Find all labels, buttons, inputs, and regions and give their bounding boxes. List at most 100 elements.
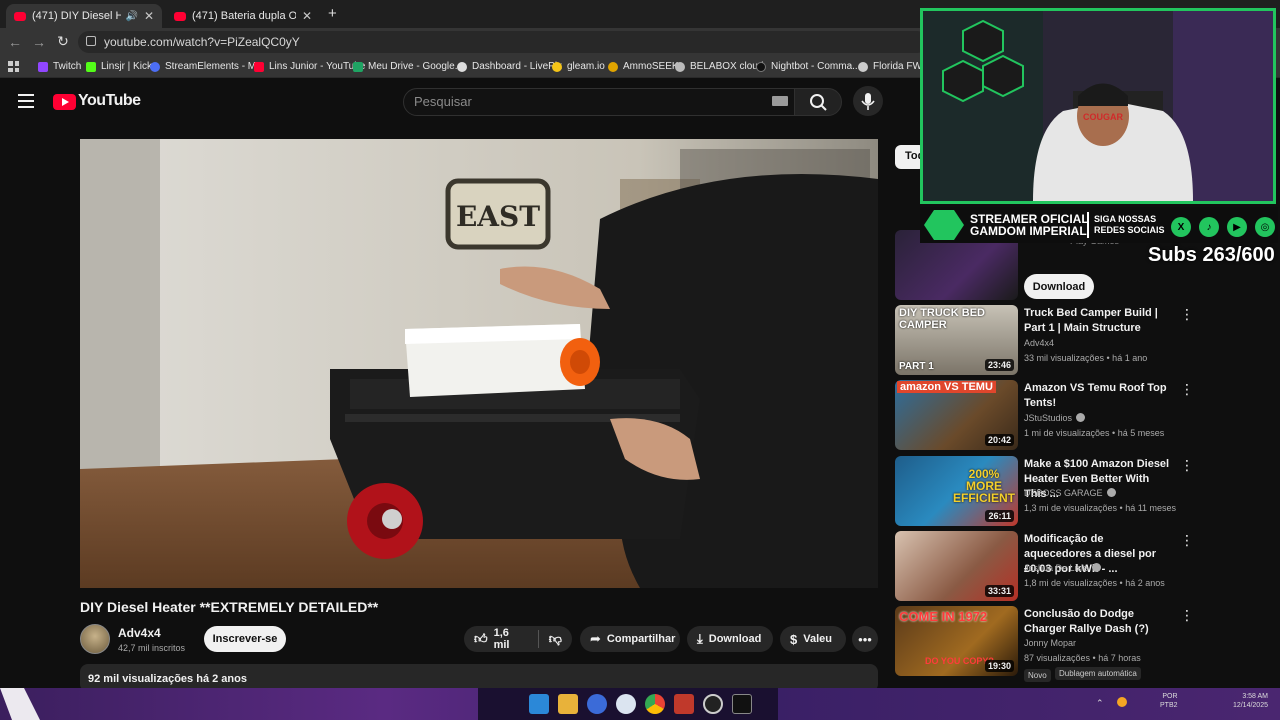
- system-tray[interactable]: POR PTB2: [1160, 692, 1178, 710]
- bookmark-item[interactable]: StreamElements - M...: [150, 61, 264, 72]
- forward-arrow-icon[interactable]: →: [30, 34, 48, 50]
- start-icon[interactable]: [529, 694, 549, 714]
- search-placeholder[interactable]: Pesquisar: [414, 94, 472, 109]
- apps-grid-icon[interactable]: [8, 61, 19, 72]
- mic-icon: [861, 93, 875, 110]
- recommendation-thumbnail[interactable]: amazon VS TEMU 20:42: [895, 380, 1018, 450]
- like-button[interactable]: 👍︎ 1,6 mil: [464, 626, 538, 652]
- video-duration: 26:11: [985, 510, 1014, 522]
- recommendation-thumbnail[interactable]: DIY TRUCK BED CAMPER PART 1 23:46: [895, 305, 1018, 375]
- video-duration: 19:30: [984, 660, 1014, 672]
- menu-icon[interactable]: [18, 94, 34, 108]
- bookmark-item[interactable]: Nightbot - Comma...: [756, 61, 860, 72]
- bookmark-item[interactable]: Meu Drive - Google...: [353, 61, 463, 72]
- chair-brand-text: COUGAR: [1083, 112, 1123, 122]
- obs-icon[interactable]: [703, 694, 723, 714]
- bookmark-item[interactable]: Dashboard - LivePix: [457, 61, 562, 72]
- instagram-icon: ◎: [1255, 217, 1275, 237]
- speaker-icon[interactable]: 🔊: [125, 11, 137, 22]
- bookmark-item[interactable]: Linsjr | Kick: [86, 61, 152, 72]
- file-explorer-icon[interactable]: [558, 694, 578, 714]
- share-button[interactable]: ➦ Compartilhar: [580, 626, 680, 652]
- tab-close-icon[interactable]: ✕: [302, 9, 312, 23]
- video-title: DIY Diesel Heater **EXTREMELY DETAILED**: [80, 599, 379, 615]
- recommendation-title[interactable]: Conclusão do Dodge Charger Rallye Dash (…: [1024, 607, 1174, 637]
- clock[interactable]: 3:58 AM 12/14/2025: [1212, 692, 1268, 710]
- verified-icon: [1106, 488, 1116, 497]
- browser-tab[interactable]: (471) Bateria dupla Overland e ✕: [166, 4, 320, 28]
- recommendation-meta: 87 visualizações • há 7 horas: [1024, 653, 1141, 663]
- recommendation-meta: 1 mi de visualizações • há 5 meses: [1024, 428, 1165, 438]
- x-icon: X: [1171, 217, 1191, 237]
- bookmark-item[interactable]: Twitch: [38, 61, 81, 72]
- tray-app-icon[interactable]: [1117, 697, 1127, 707]
- terminal-icon[interactable]: [732, 694, 752, 714]
- channel-name[interactable]: Adv4x4: [118, 626, 161, 640]
- recommendation-channel[interactable]: Jonny Mopar: [1024, 638, 1076, 648]
- recommendation-channel-row[interactable]: Joshua De Lisle: [1024, 563, 1102, 573]
- chrome-icon[interactable]: [645, 694, 665, 714]
- thumbnail-text: amazon VS TEMU: [897, 381, 996, 393]
- like-count: 1,6 mil: [493, 627, 510, 651]
- thumbnail-text: DIY TRUCK BED CAMPER: [899, 307, 985, 331]
- youtube-favicon-icon: [174, 11, 186, 21]
- search-button[interactable]: [794, 88, 842, 116]
- bookmark-item[interactable]: Lins Junior - YouTube: [254, 61, 365, 72]
- reload-icon[interactable]: ↻: [54, 33, 72, 50]
- more-actions-icon[interactable]: •••: [852, 626, 878, 652]
- recommendation-channel-row[interactable]: DEBOSS GARAGE: [1024, 488, 1116, 498]
- video-player[interactable]: EAST: [80, 139, 878, 588]
- kebab-menu-icon[interactable]: ⋮: [1180, 381, 1194, 398]
- recommendation-title[interactable]: Truck Bed Camper Build | Part 1 | Main S…: [1024, 306, 1174, 336]
- search-icon: [810, 94, 827, 111]
- kebab-menu-icon[interactable]: ⋮: [1180, 607, 1194, 624]
- site-info-icon[interactable]: [86, 36, 96, 46]
- voice-search-button[interactable]: [853, 86, 883, 116]
- app-icon[interactable]: [587, 694, 607, 714]
- subs-goal-counter: Subs 263/600: [1148, 244, 1275, 266]
- recommendation-thumbnail[interactable]: COME IN 1972 DO YOU COPY? 19:30: [895, 606, 1018, 676]
- back-arrow-icon[interactable]: ←: [6, 34, 24, 50]
- video-duration: 23:46: [984, 359, 1014, 371]
- bookmark-item[interactable]: BELABOX cloud: [675, 61, 763, 72]
- tray-chevron-icon[interactable]: ⌃: [1096, 698, 1104, 709]
- ad-download-button[interactable]: Download: [1024, 274, 1094, 299]
- youtube-logo-text[interactable]: YouTube: [78, 92, 141, 110]
- thumbnail-text: COME IN 1972: [899, 609, 988, 624]
- verified-icon: [1092, 563, 1102, 572]
- browser-tab-active[interactable]: (471) DIY Diesel Heater **EXTR 🔊 ✕: [6, 4, 162, 28]
- download-button[interactable]: ⤓ Download: [687, 626, 773, 652]
- recommendation-thumbnail[interactable]: 200% MORE EFFICIENT 26:11: [895, 456, 1018, 526]
- recommendation-thumbnail[interactable]: 33:31: [895, 531, 1018, 601]
- tiktok-icon: ♪: [1199, 217, 1219, 237]
- youtube-logo-icon[interactable]: [53, 94, 76, 110]
- recommendation-channel[interactable]: Adv4x4: [1024, 338, 1054, 348]
- voicemeeter-icon[interactable]: [674, 694, 694, 714]
- download-label: Download: [708, 633, 762, 645]
- youtube-favicon-icon: [14, 11, 26, 21]
- video-frame: EAST: [80, 139, 878, 588]
- recommendation-title[interactable]: Amazon VS Temu Roof Top Tents!: [1024, 381, 1174, 411]
- subscriber-count: 42,7 mil inscritos: [118, 643, 186, 653]
- url-text[interactable]: youtube.com/watch?v=PiZealQC0yY: [104, 35, 300, 49]
- webcam-feed: COUGAR: [923, 11, 1273, 201]
- new-badge: Novo: [1024, 669, 1051, 682]
- kebab-menu-icon[interactable]: ⋮: [1180, 306, 1194, 323]
- recommendation-channel-row[interactable]: JStuStudios: [1024, 413, 1086, 423]
- super-thanks-icon: $: [790, 631, 798, 647]
- keyboard-icon[interactable]: [772, 96, 788, 106]
- thanks-button[interactable]: $ Valeu: [780, 626, 846, 652]
- video-duration: 20:42: [984, 434, 1014, 446]
- tab-close-icon[interactable]: ✕: [144, 9, 154, 23]
- new-tab-icon[interactable]: +: [328, 5, 337, 22]
- banner-cta: SIGA NOSSAS REDES SOCIAIS: [1094, 214, 1165, 235]
- bookmark-item[interactable]: gleam.io: [552, 61, 605, 72]
- bookmark-item[interactable]: AmmoSEEK: [608, 61, 679, 72]
- kebab-menu-icon[interactable]: ⋮: [1180, 532, 1194, 549]
- steam-icon[interactable]: [616, 694, 636, 714]
- channel-avatar[interactable]: [80, 624, 110, 654]
- dislike-button[interactable]: 👎︎: [539, 626, 572, 652]
- kebab-menu-icon[interactable]: ⋮: [1180, 457, 1194, 474]
- share-arrow-icon: ➦: [590, 631, 601, 646]
- subscribe-button[interactable]: Inscrever-se: [204, 626, 286, 652]
